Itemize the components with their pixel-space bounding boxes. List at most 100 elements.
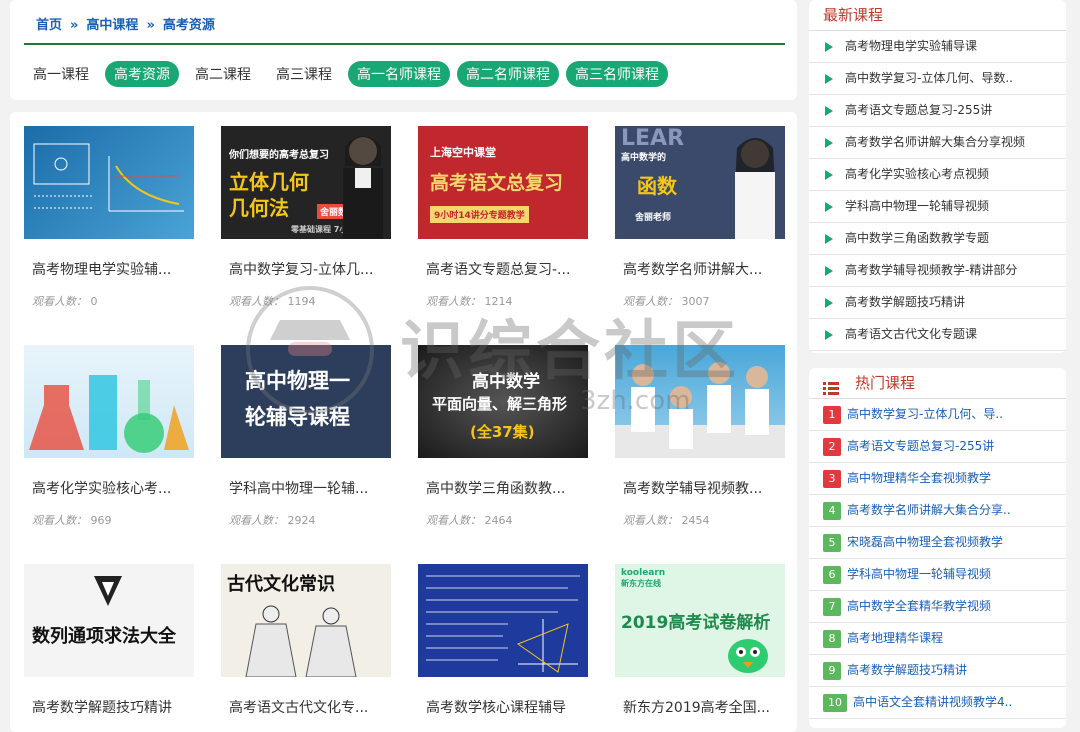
hot-item-label[interactable]: 高中数学全套精华教学视频 — [847, 599, 991, 613]
panel-header: 热门课程 — [809, 368, 1066, 399]
hot-item-label[interactable]: 高中数学复习-立体几何、导.. — [847, 407, 1003, 421]
course-thumbnail[interactable]: koolearn 新东方在线 2019高考试卷解析 — [615, 564, 785, 677]
course-thumbnail[interactable]: 你们想要的高考总复习 立体几何 几何法 舍丽数学 零基础课程 7小时搞定 — [221, 126, 391, 239]
course-thumbnail[interactable]: 古代文化常识 — [221, 564, 391, 677]
latest-item-label[interactable]: 高中数学复习-立体几何、导数.. — [845, 71, 1013, 85]
triangle-bullet-icon — [825, 42, 833, 52]
course-card[interactable]: 高考物理电学实验辅... 观看人数： 0 — [24, 126, 194, 309]
latest-item-label[interactable]: 高考数学解题技巧精讲 — [845, 295, 965, 309]
latest-item-label[interactable]: 高中数学三角函数教学专题 — [845, 231, 989, 245]
tab-grade2-famous[interactable]: 高二名师课程 — [457, 61, 559, 87]
latest-item-label[interactable]: 高考语文专题总复习-255讲 — [845, 103, 992, 117]
course-card[interactable]: 你们想要的高考总复习 立体几何 几何法 舍丽数学 零基础课程 7小时搞定 高中数… — [221, 126, 391, 309]
rank-badge: 5 — [823, 534, 841, 552]
course-thumbnail[interactable]: 数列通项求法大全 — [24, 564, 194, 677]
view-number: 2464 — [484, 514, 513, 527]
tab-exam-resources[interactable]: 高考资源 — [105, 61, 179, 87]
latest-item[interactable]: 高考物理电学实验辅导课 — [809, 31, 1066, 63]
hot-item-label[interactable]: 宋晓磊高中物理全套视频教学 — [847, 535, 1003, 549]
thumb-text: koolearn — [621, 568, 666, 578]
hot-item[interactable]: 3 高中物理精华全套视频教学 — [809, 463, 1066, 495]
course-title[interactable]: 高考化学实验核心考... — [24, 478, 182, 498]
thumb-text: 上海空中课堂 — [430, 146, 496, 159]
breadcrumb-home[interactable]: 首页 — [36, 18, 62, 33]
hot-item[interactable]: 2 高考语文专题总复习-255讲 — [809, 431, 1066, 463]
course-card[interactable]: koolearn 新东方在线 2019高考试卷解析 新东方2019高考全国... — [615, 564, 785, 717]
hot-item[interactable]: 10 高中语文全套精讲视频教学4.. — [809, 687, 1066, 719]
course-thumbnail[interactable] — [24, 126, 194, 239]
course-card[interactable]: 古代文化常识 高考语文古代文化专... — [221, 564, 391, 717]
hot-item-label[interactable]: 学科高中物理一轮辅导视频 — [847, 567, 991, 581]
tab-grade3[interactable]: 高三课程 — [267, 61, 341, 87]
hot-item[interactable]: 6 学科高中物理一轮辅导视频 — [809, 559, 1066, 591]
latest-item[interactable]: 高考数学名师讲解大集合分享视频 — [809, 127, 1066, 159]
tab-grade1[interactable]: 高一课程 — [24, 61, 98, 87]
course-card[interactable]: 高中数学 平面向量、解三角形 (全37集) 高中数学三角函数教... 观看人数：… — [418, 345, 588, 528]
course-thumbnail[interactable]: LEAR 高中数学的 函数 舍丽老师 — [615, 126, 785, 239]
hot-item[interactable]: 1 高中数学复习-立体几何、导.. — [809, 399, 1066, 431]
breadcrumb-level1[interactable]: 高中课程 — [86, 18, 138, 33]
breadcrumb-level2[interactable]: 高考资源 — [163, 18, 215, 33]
latest-item[interactable]: 学科高中物理一轮辅导视频 — [809, 191, 1066, 223]
latest-item-label[interactable]: 学科高中物理一轮辅导视频 — [845, 199, 989, 213]
triangle-bullet-icon — [825, 234, 833, 244]
course-card[interactable]: 高考数学辅导视频教... 观看人数： 2454 — [615, 345, 785, 528]
course-thumbnail[interactable] — [615, 345, 785, 458]
latest-item-label[interactable]: 高考化学实验核心考点视频 — [845, 167, 989, 181]
latest-item-label[interactable]: 高考物理电学实验辅导课 — [845, 39, 977, 53]
course-title[interactable]: 高考语文古代文化专... — [221, 697, 379, 717]
course-card[interactable]: 高中物理一 轮辅导课程 学科高中物理一轮辅... 观看人数： 2924 — [221, 345, 391, 528]
hot-item[interactable]: 9 高考数学解题技巧精讲 — [809, 655, 1066, 687]
hot-item-label[interactable]: 高考数学解题技巧精讲 — [847, 663, 967, 677]
lab-glassware-image — [29, 375, 189, 453]
course-thumbnail[interactable]: 上海空中课堂 高考语文总复习 9小时14讲分专题教学 — [418, 126, 588, 239]
latest-item[interactable]: 高中数学复习-立体几何、导数.. — [809, 63, 1066, 95]
course-card[interactable]: 数列通项求法大全 高考数学解题技巧精讲 — [24, 564, 194, 717]
course-card[interactable]: LEAR 高中数学的 函数 舍丽老师 高考数学名师讲解大... 观看人数： 30… — [615, 126, 785, 309]
view-number: 1214 — [484, 295, 513, 308]
latest-item-label[interactable]: 高考数学辅导视频教学-精讲部分 — [845, 263, 1017, 277]
hot-item-label[interactable]: 高中语文全套精讲视频教学4.. — [853, 695, 1012, 709]
latest-item[interactable]: 高考化学实验核心考点视频 — [809, 159, 1066, 191]
course-title[interactable]: 高考语文专题总复习-... — [418, 259, 576, 279]
view-count: 观看人数： 0 — [24, 293, 194, 309]
hot-item-label[interactable]: 高考语文专题总复习-255讲 — [847, 439, 994, 453]
course-title[interactable]: 高考数学解题技巧精讲 — [24, 697, 182, 717]
course-thumbnail[interactable]: 高中物理一 轮辅导课程 — [221, 345, 391, 458]
course-title[interactable]: 高考物理电学实验辅... — [24, 259, 182, 279]
course-card[interactable]: 高考数学核心课程辅导 — [418, 564, 588, 717]
thumb-text: (全37集) — [470, 423, 535, 441]
tab-grade1-famous[interactable]: 高一名师课程 — [348, 61, 450, 87]
hot-item[interactable]: 4 高考数学名师讲解大集合分享.. — [809, 495, 1066, 527]
course-title[interactable]: 高考数学名师讲解大... — [615, 259, 773, 279]
view-number: 0 — [90, 295, 98, 308]
course-title[interactable]: 高中数学复习-立体几... — [221, 259, 379, 279]
course-title[interactable]: 新东方2019高考全国... — [615, 697, 773, 717]
course-title[interactable]: 高考数学核心课程辅导 — [418, 697, 576, 717]
view-count: 观看人数： 969 — [24, 512, 194, 528]
hot-item[interactable]: 7 高中数学全套精华教学视频 — [809, 591, 1066, 623]
latest-item-label[interactable]: 高考语文古代文化专题课 — [845, 327, 977, 341]
hot-item-label[interactable]: 高考地理精华课程 — [847, 631, 943, 645]
view-number: 2924 — [287, 514, 316, 527]
course-thumbnail[interactable] — [24, 345, 194, 458]
latest-item[interactable]: 高考数学辅导视频教学-精讲部分 — [809, 255, 1066, 287]
latest-item-label[interactable]: 高考数学名师讲解大集合分享视频 — [845, 135, 1025, 149]
course-card[interactable]: 高考化学实验核心考... 观看人数： 969 — [24, 345, 194, 528]
latest-item[interactable]: 高考语文古代文化专题课 — [809, 319, 1066, 351]
hot-item[interactable]: 5 宋晓磊高中物理全套视频教学 — [809, 527, 1066, 559]
hot-item-label[interactable]: 高中物理精华全套视频教学 — [847, 471, 991, 485]
course-title[interactable]: 学科高中物理一轮辅... — [221, 478, 379, 498]
tab-grade2[interactable]: 高二课程 — [186, 61, 260, 87]
course-card[interactable]: 上海空中课堂 高考语文总复习 9小时14讲分专题教学 高考语文专题总复习-...… — [418, 126, 588, 309]
tab-grade3-famous[interactable]: 高三名师课程 — [566, 61, 668, 87]
course-thumbnail[interactable] — [418, 564, 588, 677]
latest-item[interactable]: 高考语文专题总复习-255讲 — [809, 95, 1066, 127]
course-title[interactable]: 高中数学三角函数教... — [418, 478, 576, 498]
latest-item[interactable]: 高中数学三角函数教学专题 — [809, 223, 1066, 255]
course-title[interactable]: 高考数学辅导视频教... — [615, 478, 773, 498]
hot-item-label[interactable]: 高考数学名师讲解大集合分享.. — [847, 503, 1011, 517]
latest-item[interactable]: 高考数学解题技巧精讲 — [809, 287, 1066, 319]
course-thumbnail[interactable]: 高中数学 平面向量、解三角形 (全37集) — [418, 345, 588, 458]
hot-item[interactable]: 8 高考地理精华课程 — [809, 623, 1066, 655]
